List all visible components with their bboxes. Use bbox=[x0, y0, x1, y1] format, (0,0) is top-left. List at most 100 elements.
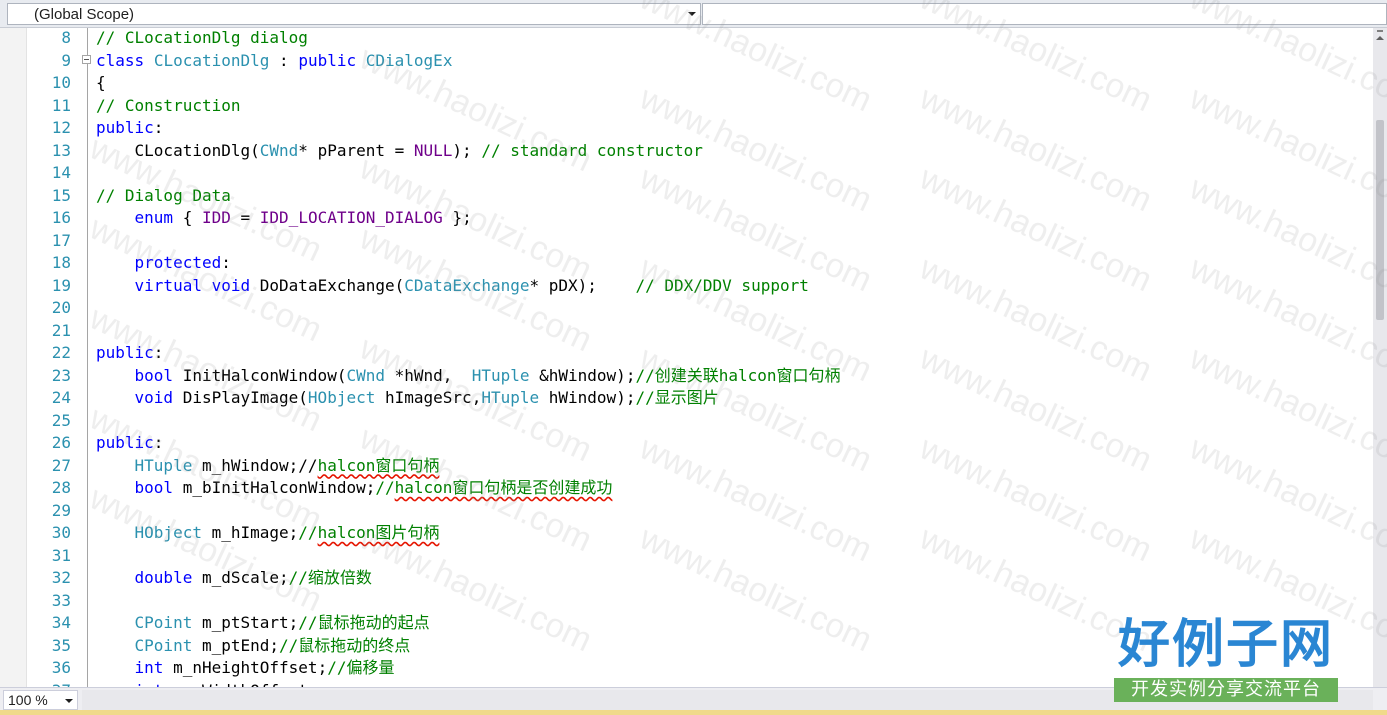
code-line[interactable]: double m_dScale;//缩放倍数 bbox=[96, 567, 372, 590]
code-token: HObject bbox=[134, 523, 202, 542]
line-number: 36 bbox=[51, 658, 71, 677]
line-number: 21 bbox=[51, 320, 71, 340]
split-handle-icon[interactable] bbox=[1377, 30, 1383, 32]
line-number: 31 bbox=[51, 545, 71, 565]
vertical-scroll-thumb[interactable] bbox=[1376, 120, 1384, 320]
code-token: CPoint bbox=[134, 635, 193, 655]
chevron-down-icon[interactable] bbox=[688, 12, 696, 16]
code-token: public bbox=[96, 343, 154, 362]
scroll-up-icon[interactable] bbox=[1376, 36, 1384, 40]
collapse-icon[interactable] bbox=[82, 55, 91, 64]
code-token: hImageSrc, bbox=[375, 388, 482, 407]
code-token: m_ptEnd; bbox=[192, 635, 280, 655]
line-number: 29 bbox=[51, 500, 71, 520]
code-token: NULL bbox=[413, 140, 453, 160]
zoom-dropdown[interactable]: 100 % bbox=[3, 690, 78, 710]
code-line[interactable]: bool m_bInitHalconWindow;//halcon窗口句柄是否创… bbox=[96, 477, 613, 500]
code-token: : bbox=[153, 343, 164, 362]
chevron-down-icon[interactable] bbox=[65, 699, 73, 703]
code-token: CDialogEx bbox=[365, 50, 453, 70]
code-token: //偏移量 bbox=[327, 658, 395, 677]
code-line[interactable]: virtual void DoDataExchange(CDataExchang… bbox=[96, 275, 809, 298]
code-token: protected bbox=[134, 253, 222, 272]
code-token: * pDX); bbox=[529, 275, 636, 295]
line-number: 8 bbox=[61, 28, 71, 47]
code-line[interactable]: public: bbox=[96, 432, 163, 455]
code-line[interactable]: bool InitHalconWindow(CWnd *hWnd, HTuple… bbox=[96, 365, 841, 388]
code-token: m_dScale; bbox=[192, 568, 289, 587]
line-number: 18 bbox=[51, 253, 71, 272]
code-editor[interactable]: 8 9 10 11 12 13 14 15 16 17 18 19 20 21 22 23 24 25 26 27 28… bbox=[0, 28, 1373, 687]
line-number: 27 bbox=[51, 455, 71, 475]
code-line[interactable]: public: bbox=[96, 342, 163, 365]
code-token: DisPlayImage( bbox=[173, 388, 308, 407]
code-line[interactable]: class CLocationDlg : public CDialogEx bbox=[96, 50, 452, 73]
code-line[interactable]: CPoint m_ptEnd;//鼠标拖动的终点 bbox=[96, 635, 411, 658]
line-number-gutter: 8 9 10 11 12 13 14 15 16 17 18 19 20 21 22 23 24 25 26 27 28… bbox=[27, 28, 71, 687]
code-line[interactable]: { bbox=[96, 72, 106, 95]
code-token: m_bInitHalconWindow; bbox=[173, 478, 376, 497]
code-token: bool bbox=[134, 365, 174, 385]
line-number: 20 bbox=[51, 298, 71, 317]
code-line[interactable]: enum { IDD = IDD_LOCATION_DIALOG }; bbox=[96, 207, 472, 230]
code-token: void bbox=[211, 275, 251, 295]
indicator-margin[interactable] bbox=[0, 28, 27, 687]
code-line[interactable]: CPoint m_ptStart;//鼠标拖动的起点 bbox=[96, 612, 430, 635]
code-line[interactable]: HTuple m_hWindow;//halcon窗口句柄 bbox=[96, 455, 440, 478]
line-number: 19 bbox=[51, 275, 71, 295]
code-line[interactable]: CLocationDlg(CWnd* pParent = NULL); // s… bbox=[96, 140, 703, 163]
code-token: &hWindow); bbox=[529, 365, 636, 385]
code-token: CWnd bbox=[346, 365, 385, 385]
code-token: enum bbox=[134, 208, 174, 227]
scope-dropdown-label: (Global Scope) bbox=[34, 6, 135, 23]
code-line[interactable]: // Dialog Data bbox=[96, 185, 231, 208]
code-token: IDD bbox=[201, 208, 231, 227]
scope-dropdown[interactable]: (Global Scope) bbox=[7, 3, 701, 25]
line-number: 14 bbox=[51, 163, 71, 182]
code-line[interactable]: void DisPlayImage(HObject hImageSrc,HTup… bbox=[96, 387, 719, 410]
line-number: 16 bbox=[51, 208, 71, 227]
code-line[interactable]: // CLocationDlg dialog bbox=[96, 28, 308, 50]
code-token: // bbox=[298, 523, 318, 542]
line-number: 24 bbox=[51, 388, 71, 407]
member-dropdown[interactable] bbox=[702, 3, 1387, 25]
code-token: { bbox=[96, 73, 106, 92]
code-token: ); bbox=[452, 140, 482, 160]
code-token: m_hImage; bbox=[201, 523, 299, 542]
line-number: 10 bbox=[51, 73, 71, 92]
code-token: double bbox=[134, 568, 193, 587]
navigation-bar: (Global Scope) bbox=[0, 0, 1387, 28]
code-line[interactable]: int m_nHeightOffset;//偏移量 bbox=[96, 657, 395, 680]
line-number: 28 bbox=[51, 478, 71, 497]
code-line[interactable]: int m_nWidthOffset; bbox=[96, 680, 318, 688]
horizontal-scrollbar[interactable] bbox=[82, 690, 1373, 710]
code-line[interactable]: public: bbox=[96, 117, 163, 140]
line-number: 9 bbox=[61, 50, 71, 70]
vertical-scrollbar[interactable] bbox=[1373, 28, 1387, 687]
code-text-area[interactable]: // CLocationDlg dialog class CLocationDlg… bbox=[96, 28, 1366, 687]
line-number: 15 bbox=[51, 185, 71, 205]
code-line[interactable]: // Construction bbox=[96, 95, 241, 118]
code-token: CWnd bbox=[259, 140, 299, 160]
code-token: // Dialog Data bbox=[96, 185, 231, 205]
code-line[interactable]: HObject m_hImage;//halcon图片句柄 bbox=[96, 522, 440, 545]
outline-line bbox=[87, 28, 88, 687]
code-line[interactable]: protected: bbox=[96, 252, 231, 275]
code-token: //显示图片 bbox=[635, 388, 719, 407]
code-token: DoDataExchange( bbox=[250, 275, 405, 295]
line-number: 17 bbox=[51, 230, 71, 250]
code-token: int bbox=[134, 658, 164, 677]
code-token: hWindow); bbox=[539, 388, 636, 407]
